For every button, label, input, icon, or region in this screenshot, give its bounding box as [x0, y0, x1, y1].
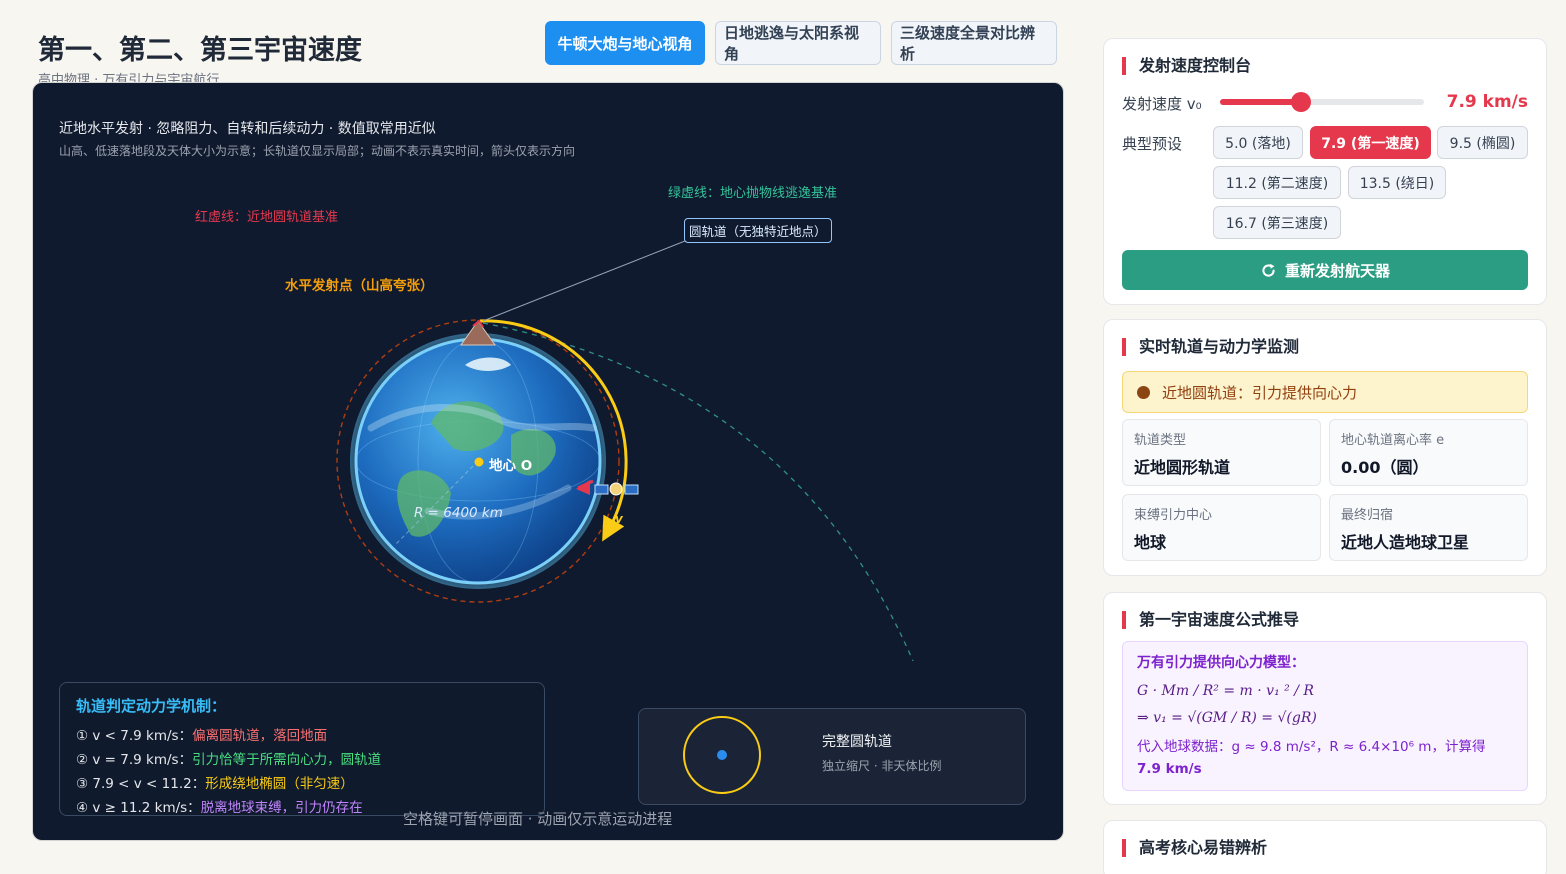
- formula-result: 7.9 km/s: [1137, 761, 1202, 777]
- label-radius: R = 6400 km: [414, 505, 503, 521]
- control-panel-title: 发射速度控制台: [1122, 57, 1251, 75]
- page-title: 第一、第二、第三宇宙速度: [38, 35, 362, 66]
- cell-final-fate: 最终归宿 近地人造地球卫星: [1329, 494, 1528, 561]
- status-dot-icon: [1137, 385, 1150, 399]
- formula-model: 万有引力提供向心力模型：: [1137, 655, 1305, 671]
- speed-slider[interactable]: [1220, 92, 1424, 112]
- cell-value: 近地人造地球卫星: [1341, 533, 1470, 552]
- label-launch-point: 水平发射点（山高夸张）: [285, 278, 434, 294]
- orbit-status-text: 近地圆轨道：引力提供向心力: [1162, 383, 1358, 402]
- cell-orbit-type: 轨道类型 近地圆形轨道: [1122, 419, 1321, 486]
- cell-value: 0.00（圆）: [1341, 458, 1429, 477]
- earth-center-dot: [474, 457, 484, 467]
- cell-eccentricity: 地心轨道离心率 e 0.00（圆）: [1329, 419, 1528, 486]
- cell-key: 轨道类型: [1134, 433, 1187, 448]
- preset-16-7[interactable]: 16.7 (第三速度): [1213, 206, 1341, 239]
- tab-comparison[interactable]: 三级速度全景对比辨析: [891, 21, 1057, 65]
- cell-value: 近地圆形轨道: [1134, 458, 1231, 477]
- preset-5-0[interactable]: 5.0 (落地): [1213, 126, 1303, 159]
- cell-value: 地球: [1134, 533, 1167, 552]
- inset-subtitle: 独立缩尺 · 非天体比例: [822, 759, 942, 773]
- cell-key: 地心轨道离心率 e: [1341, 433, 1445, 448]
- formula-note: 代入地球数据：g ≈ 9.8 m/s²，R ≈ 6.4×10⁶ m，计算得 7.9…: [1137, 739, 1486, 777]
- launch-mountain: [460, 320, 496, 346]
- formula-panel-title: 第一宇宙速度公式推导: [1122, 611, 1299, 629]
- view-tabs: 牛顿大炮与地心视角 日地逃逸与太阳系视角 三级速度全景对比辨析: [545, 21, 1057, 65]
- label-green-dashed: 绿虚线：地心抛物线逃逸基准: [668, 186, 838, 201]
- inset-full-orbit: 完整圆轨道 独立缩尺 · 非天体比例: [638, 708, 1026, 805]
- mechanism-row-1: ① v < 7.9 km/s：偏离圆轨道，落回地面: [76, 728, 328, 744]
- cell-gravity-center: 束缚引力中心 地球: [1122, 494, 1321, 561]
- monitor-panel: 实时轨道与动力学监测 近地圆轨道：引力提供向心力 轨道类型 近地圆形轨道 地心轨…: [1103, 319, 1547, 576]
- speed-value: 7.9 km/s: [1446, 92, 1528, 112]
- preset-13-5[interactable]: 13.5 (绕日): [1348, 166, 1446, 199]
- mechanism-row-2: ② v = 7.9 km/s：引力恰等于所需向心力，圆轨道: [76, 752, 382, 768]
- stage-info-line1: 近地水平发射 · 忽略阻力、自转和后续动力 · 数值取常用近似: [59, 121, 436, 137]
- inset-title: 完整圆轨道: [822, 734, 892, 750]
- label-earth-center: 地心 O: [489, 458, 533, 474]
- formula-panel: 第一宇宙速度公式推导 万有引力提供向心力模型： G · Mm / R² = m …: [1103, 592, 1547, 805]
- speed-slider-thumb[interactable]: [1290, 92, 1311, 112]
- pitfalls-panel-title: 高考核心易错辨析: [1122, 839, 1267, 857]
- preset-7-9[interactable]: 7.9 (第一速度): [1310, 126, 1431, 159]
- refresh-icon: [1262, 263, 1275, 277]
- relaunch-button[interactable]: 重新发射航天器: [1122, 250, 1528, 290]
- mechanism-row-3: ③ 7.9 < v < 11.2：形成绕地椭圆（非匀速）: [76, 776, 354, 792]
- simulation-stage[interactable]: 近地水平发射 · 忽略阻力、自转和后续动力 · 数值取常用近似 山高、低速落地段…: [32, 82, 1064, 841]
- preset-label: 典型预设: [1122, 135, 1183, 153]
- orbit-status-banner: 近地圆轨道：引力提供向心力: [1122, 371, 1528, 413]
- cell-key: 最终归宿: [1341, 508, 1394, 523]
- formula-box: 万有引力提供向心力模型： G · Mm / R² = m · v₁ ² / R …: [1122, 641, 1528, 791]
- stage-info-line2: 山高、低速落地段及天体大小为示意；长轨道仅显示局部；动画不表示真实时间，箭头仅表…: [59, 144, 576, 158]
- pitfalls-panel: 高考核心易错辨析: [1103, 820, 1547, 874]
- mechanism-box: 轨道判定动力学机制： ① v < 7.9 km/s：偏离圆轨道，落回地面 ② v…: [59, 682, 545, 816]
- label-velocity: v: [615, 512, 623, 526]
- speed-label: 发射速度 v₀: [1122, 95, 1202, 113]
- formula-line-2: ⇒ v₁ = √(GM / R) = √(gR): [1137, 710, 1317, 726]
- label-circle-orbit: 圆轨道（无独特近地点）: [684, 218, 832, 243]
- inset-orbit-graphic: [683, 716, 761, 794]
- relaunch-label: 重新发射航天器: [1284, 261, 1390, 280]
- speed-slider-fill: [1220, 99, 1301, 105]
- formula-line-1: G · Mm / R² = m · v₁ ² / R: [1137, 683, 1314, 699]
- page-header: 第一、第二、第三宇宙速度 高中物理 · 万有引力与宇宙航行: [38, 28, 362, 88]
- preset-11-2[interactable]: 11.2 (第二速度): [1213, 166, 1341, 199]
- label-red-dashed: 红虚线：近地圆轨道基准: [195, 210, 339, 225]
- tab-solar-escape[interactable]: 日地逃逸与太阳系视角: [715, 21, 881, 65]
- preset-9-5[interactable]: 9.5 (椭圆): [1437, 126, 1528, 159]
- mechanism-title: 轨道判定动力学机制：: [76, 697, 227, 715]
- control-panel: 发射速度控制台 发射速度 v₀ 7.9 km/s 典型预设 5.0 (落地) 7…: [1103, 38, 1547, 305]
- cell-key: 束缚引力中心: [1134, 508, 1213, 523]
- pause-hint: 空格键可暂停画面 · 动画仅示意运动进程: [403, 810, 673, 828]
- monitor-panel-title: 实时轨道与动力学监测: [1122, 338, 1299, 356]
- tab-newton-cannon[interactable]: 牛顿大炮与地心视角: [545, 21, 705, 65]
